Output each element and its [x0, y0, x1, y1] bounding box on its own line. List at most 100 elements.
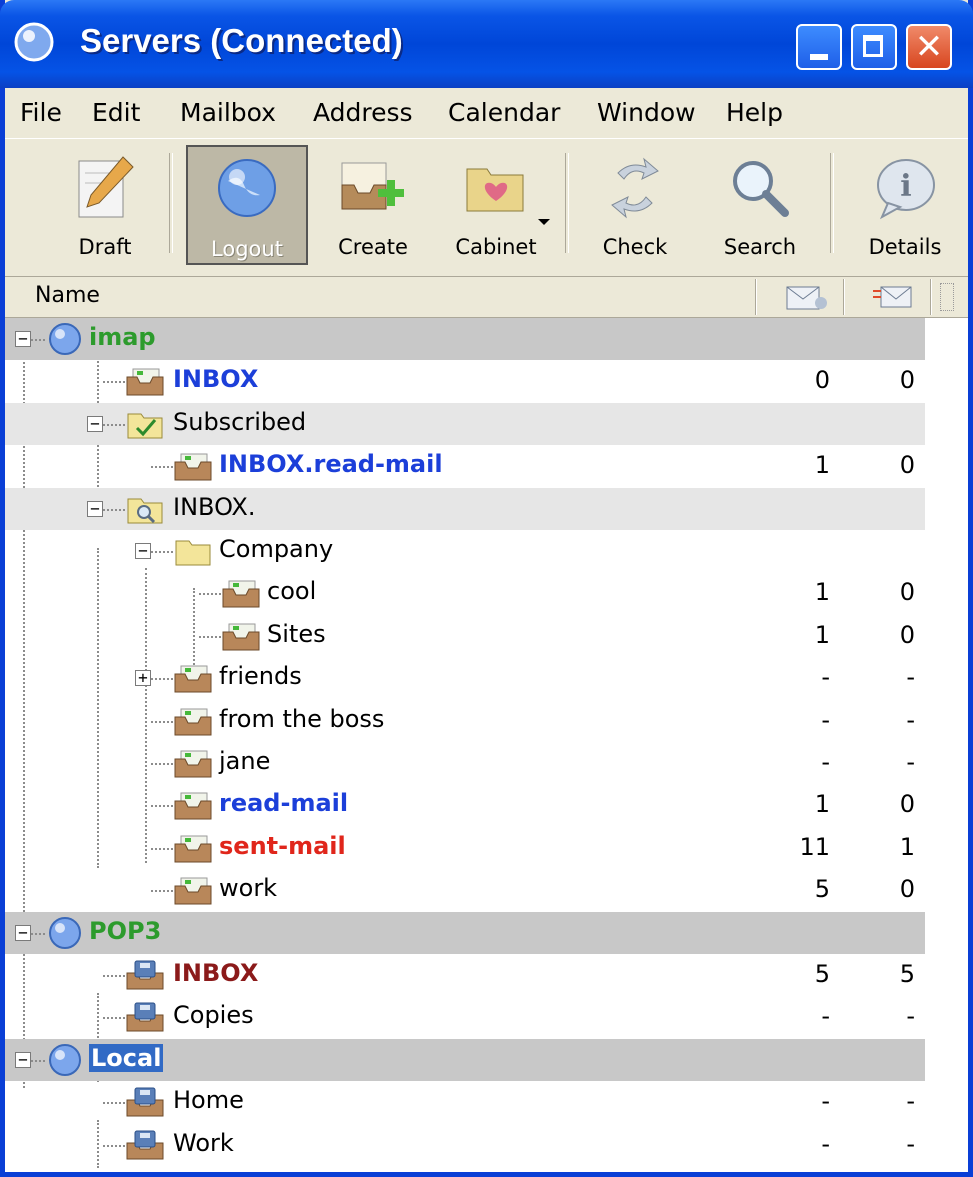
tree-item-label[interactable]: cool: [267, 577, 316, 605]
tree-item-label[interactable]: work: [219, 874, 277, 902]
tree-item-label[interactable]: imap: [89, 323, 156, 351]
tree-item-label[interactable]: INBOX: [173, 959, 258, 987]
tree-item-label[interactable]: sent-mail: [219, 832, 346, 860]
unread-count: 1: [814, 578, 830, 607]
menu-help[interactable]: Help: [726, 98, 783, 127]
name-column-header[interactable]: Name: [35, 283, 100, 308]
check-button[interactable]: Check: [585, 145, 685, 265]
title-bar[interactable]: Servers (Connected) ✕: [0, 0, 973, 88]
tree-item-label[interactable]: read-mail: [219, 789, 348, 817]
collapse-icon[interactable]: −: [15, 331, 31, 347]
minimize-icon: [810, 54, 828, 60]
info-icon: i: [877, 159, 935, 220]
menu-calendar[interactable]: Calendar: [448, 98, 560, 127]
mailbox-icon: [222, 580, 260, 608]
tree-item-label[interactable]: Local: [89, 1043, 164, 1072]
unread-count: 1: [814, 451, 830, 480]
folder-tree[interactable]: imap − INBOX 0 0 Subscribed − INBOX.read-mail 1 0…: [5, 318, 968, 1172]
tree-item-label[interactable]: Home: [173, 1086, 244, 1114]
tree-row[interactable]: Subscribed −: [5, 402, 925, 445]
tree-item-label[interactable]: Copies: [173, 1001, 254, 1029]
mailbox-icon: [174, 453, 212, 481]
tree-row[interactable]: INBOX 5 5: [5, 954, 925, 996]
globe-icon: [218, 159, 276, 217]
new-count: 1: [899, 832, 915, 861]
tree-item-label[interactable]: INBOX: [173, 365, 258, 393]
folder-icon: [175, 540, 211, 566]
local-mailbox-icon: [126, 1087, 164, 1117]
tree-row[interactable]: Sites 1 0: [5, 615, 925, 657]
tree-item-label[interactable]: INBOX.read-mail: [219, 450, 443, 478]
search-label: Search: [723, 235, 797, 259]
tree-item-label[interactable]: Sites: [267, 620, 326, 648]
menu-file[interactable]: File: [20, 98, 62, 127]
tree-row[interactable]: INBOX.read-mail 1 0: [5, 445, 925, 487]
tree-row[interactable]: work 5 0: [5, 869, 925, 911]
tree-row[interactable]: Work - -: [5, 1124, 925, 1166]
unread-count: 5: [814, 960, 830, 988]
tree-item-label[interactable]: INBOX.: [173, 493, 256, 521]
mailbox-icon: [174, 665, 212, 693]
new-count: -: [906, 705, 915, 734]
tree-row[interactable]: INBOX 0 0: [5, 360, 925, 402]
tree-row[interactable]: Local −: [5, 1038, 925, 1081]
unread-count: 1: [814, 790, 830, 819]
tree-row[interactable]: friends - - +: [5, 657, 925, 699]
tree-right-margin: [925, 318, 968, 1172]
details-button[interactable]: i Details: [850, 145, 960, 265]
flag-envelope-icon[interactable]: [871, 281, 917, 311]
tree-row[interactable]: sent-mail 11 1: [5, 827, 925, 869]
new-count: 0: [899, 451, 915, 480]
envelope-icon[interactable]: [783, 281, 829, 311]
new-count: 0: [899, 578, 915, 607]
tree-row[interactable]: INBOX. −: [5, 487, 925, 530]
new-count: -: [906, 663, 915, 692]
tree-item-label[interactable]: Company: [219, 535, 333, 563]
menu-window[interactable]: Window: [597, 98, 696, 127]
logout-label: Logout: [211, 237, 283, 261]
cabinet-button[interactable]: Cabinet: [441, 145, 551, 265]
tree-row[interactable]: cool 1 0: [5, 572, 925, 614]
tree-item-label[interactable]: Subscribed: [173, 408, 306, 436]
tree-item-label[interactable]: POP3: [89, 917, 161, 945]
collapse-icon[interactable]: −: [15, 1051, 31, 1068]
local-mailbox-icon: [126, 1002, 164, 1032]
close-icon: ✕: [914, 27, 944, 67]
draft-button[interactable]: Draft: [60, 145, 150, 265]
logout-button[interactable]: Logout: [186, 145, 308, 265]
menu-address[interactable]: Address: [313, 98, 413, 127]
create-label: Create: [338, 235, 408, 259]
mailbox-icon: [174, 750, 212, 778]
tree-row[interactable]: Copies - -: [5, 996, 925, 1038]
tree-row[interactable]: POP3 −: [5, 911, 925, 954]
tree-row[interactable]: imap −: [5, 318, 925, 360]
cabinet-dropdown-icon[interactable]: [538, 219, 550, 225]
close-button[interactable]: ✕: [906, 24, 952, 70]
tree-item-label[interactable]: Work: [173, 1129, 234, 1157]
menu-mailbox[interactable]: Mailbox: [180, 98, 276, 127]
create-button[interactable]: Create: [323, 145, 423, 265]
minimize-button[interactable]: [796, 24, 842, 70]
tree-row[interactable]: Company −: [5, 530, 925, 572]
tree-item-label[interactable]: friends: [219, 662, 302, 690]
tree-item-label[interactable]: jane: [219, 747, 270, 775]
local-mailbox-icon: [126, 1130, 164, 1160]
tree-row[interactable]: jane - -: [5, 742, 925, 784]
tree-item-label[interactable]: from the boss: [219, 705, 384, 733]
collapse-icon[interactable]: −: [87, 500, 103, 517]
new-count: 0: [899, 366, 915, 395]
expand-icon[interactable]: +: [135, 670, 151, 687]
pencil-icon: [78, 156, 134, 218]
search-button[interactable]: Search: [710, 145, 810, 265]
menu-edit[interactable]: Edit: [92, 98, 140, 127]
maximize-button[interactable]: [851, 24, 897, 70]
unread-count: -: [821, 748, 830, 776]
tree-row[interactable]: from the boss - -: [5, 700, 925, 742]
collapse-icon[interactable]: −: [135, 543, 151, 559]
tree-row[interactable]: read-mail 1 0: [5, 784, 925, 826]
tree-row[interactable]: Home - -: [5, 1081, 925, 1123]
column-chooser-icon[interactable]: [940, 283, 954, 311]
collapse-icon[interactable]: −: [87, 415, 103, 432]
collapse-icon[interactable]: −: [15, 924, 31, 941]
new-count: 5: [899, 960, 915, 988]
